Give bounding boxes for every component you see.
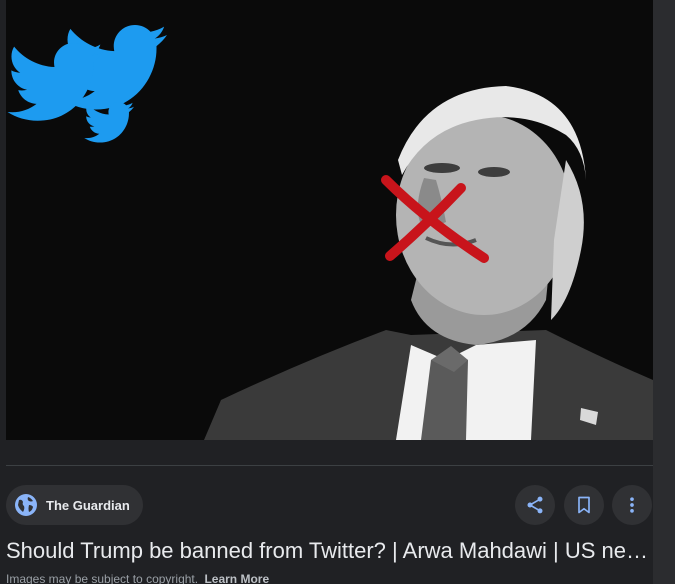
bookmark-icon <box>578 496 590 514</box>
share-icon <box>527 496 543 514</box>
source-chip[interactable]: The Guardian <box>6 485 143 525</box>
preview-image[interactable] <box>6 0 653 440</box>
learn-more-link[interactable]: Learn More <box>204 572 269 584</box>
save-button[interactable] <box>564 485 604 525</box>
image-viewer-panel: The Guardian Should Trump be banned from… <box>0 0 675 584</box>
divider <box>6 465 653 466</box>
share-button[interactable] <box>515 485 555 525</box>
more-vert-icon <box>630 497 634 513</box>
scrollbar[interactable] <box>653 0 675 584</box>
copyright-notice: Images may be subject to copyright. Lear… <box>6 571 269 584</box>
result-title-link[interactable]: Should Trump be banned from Twitter? | A… <box>6 536 646 566</box>
copyright-text: Images may be subject to copyright. <box>6 572 199 584</box>
more-options-button[interactable] <box>612 485 652 525</box>
source-name: The Guardian <box>46 497 130 513</box>
globe-icon <box>14 493 38 517</box>
preview-image-art <box>6 0 653 440</box>
